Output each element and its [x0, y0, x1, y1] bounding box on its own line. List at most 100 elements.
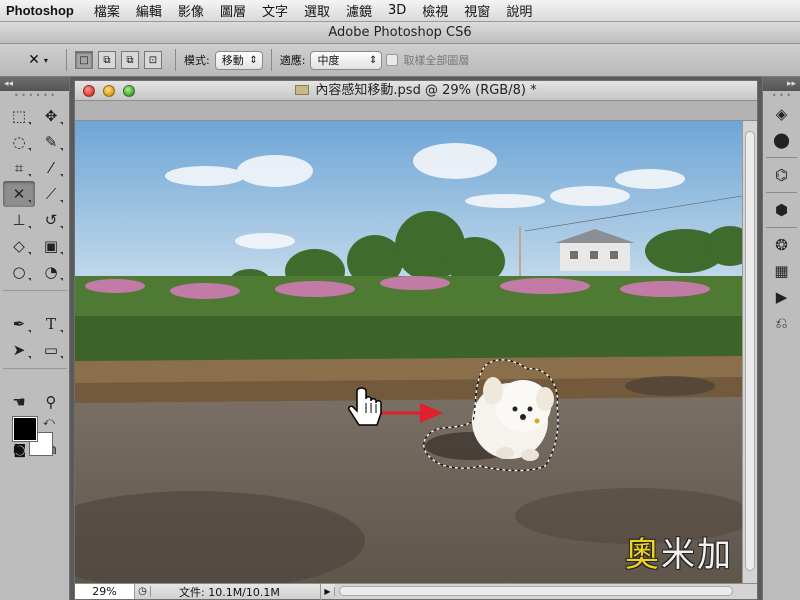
right-dock-header[interactable]: ▸▸ [763, 77, 800, 91]
scroll-thumb[interactable] [745, 131, 755, 571]
gradient-tool[interactable]: ▣ [35, 233, 67, 259]
dodge-icon: ◔ [44, 263, 58, 281]
stamp-icon: ⊥ [12, 211, 26, 229]
lasso-tool[interactable]: ◌ [3, 129, 35, 155]
history-brush-tool[interactable]: ↺ [35, 207, 67, 233]
tools-panel-header[interactable]: ◂◂ [0, 77, 69, 91]
cube-icon: ⬢ [774, 201, 789, 219]
type-icon: T [45, 315, 56, 333]
zoom-tool[interactable]: ⚲ [35, 389, 67, 415]
content-aware-move-icon: ✕ [12, 185, 26, 203]
menu-type[interactable]: 文字 [262, 1, 288, 20]
brush-tool[interactable]: ⟋ [35, 181, 67, 207]
divider [766, 157, 797, 158]
status-bar: 29% ◷ 文件: 10.1M/10.1M ▶ [75, 583, 757, 600]
vertical-scrollbar[interactable] [742, 121, 757, 583]
document-title: 內容感知移動.psd @ 29% (RGB/8) * [315, 83, 537, 98]
channels-icon: ⬤ [773, 131, 790, 149]
path-selection-tool[interactable]: ➤ [3, 337, 35, 363]
psd-file-icon [295, 85, 310, 95]
menu-window[interactable]: 視窗 [464, 1, 490, 20]
styles-panel-button[interactable]: ▦ [763, 258, 800, 284]
color-swatches: ⤺ ◧ [3, 415, 67, 461]
subtract-selection-icon: ⧉ [126, 54, 134, 66]
intersect-selection-button[interactable]: ⊡ [144, 51, 162, 69]
menu-view[interactable]: 檢視 [422, 1, 448, 20]
type-tool[interactable]: T [35, 311, 67, 337]
sample-all-layers-label: 取樣全部圖層 [403, 54, 470, 67]
menu-file[interactable]: 檔案 [94, 1, 120, 20]
sample-all-layers-checkbox[interactable] [386, 54, 399, 66]
play-icon: ▶ [775, 288, 788, 306]
rectangle-icon: ▭ [43, 341, 59, 359]
hand-tool[interactable]: ☚ [3, 389, 35, 415]
menu-select[interactable]: 選取 [304, 1, 330, 20]
new-selection-icon: □ [79, 54, 89, 66]
status-expand-arrow-icon[interactable]: ▶ [321, 587, 335, 596]
arrow-icon: ➤ [12, 341, 26, 359]
quick-selection-tool[interactable]: ✎ [35, 129, 67, 155]
move-icon: ✥ [44, 107, 58, 125]
blur-drop-icon: ○ [12, 263, 26, 281]
mode-select[interactable]: 移動 [214, 50, 263, 70]
menu-3d[interactable]: 3D [388, 3, 406, 18]
panel-grip[interactable]: • • • • • • [0, 91, 69, 101]
adapt-select[interactable]: 中度 [310, 50, 383, 70]
divider [766, 192, 797, 193]
tool-preset-picker[interactable]: ✕ ▾ [18, 49, 58, 71]
content-aware-move-tool[interactable]: ✕ [3, 181, 35, 207]
actions-panel-button[interactable]: ▶ [763, 284, 800, 310]
status-menu-icon[interactable]: ◷ [135, 586, 151, 597]
ruler-strip [75, 101, 757, 121]
add-selection-button[interactable]: ⧉ [98, 51, 116, 69]
marquee-tool[interactable]: ⬚ [3, 103, 35, 129]
shape-tool[interactable]: ▭ [35, 337, 67, 363]
menu-image[interactable]: 影像 [178, 1, 204, 20]
layers-panel-button[interactable]: ◈ [763, 101, 800, 127]
swatches-panel-button[interactable]: ❂ [763, 232, 800, 258]
eyedropper-icon: ⁄ [49, 159, 53, 177]
tools-panel: ◂◂ • • • • • • ⬚ ✥ ◌ ✎ ⌗ ⁄ ✕ ⟋ ⊥ ↺ ◇ ▣ ○… [0, 77, 70, 600]
panel-grip[interactable]: • • • [763, 91, 800, 101]
new-selection-button[interactable]: □ [75, 51, 93, 69]
move-tool[interactable]: ✥ [35, 103, 67, 129]
watermark-text-b: 米加 [661, 535, 733, 575]
scroll-thumb[interactable] [339, 586, 733, 596]
default-colors-icon[interactable]: ◧ [13, 445, 22, 455]
menu-edit[interactable]: 編輯 [136, 1, 162, 20]
app-menu[interactable]: Photoshop [6, 3, 74, 18]
watermark-logo: 奧米加 [625, 527, 733, 576]
zoom-level-field[interactable]: 29% [75, 584, 135, 599]
blur-tool[interactable]: ○ [3, 259, 35, 285]
divider [66, 49, 67, 71]
3d-panel-button[interactable]: ⬢ [763, 197, 800, 223]
marquee-icon: ⬚ [11, 107, 27, 125]
document-title-bar[interactable]: 內容感知移動.psd @ 29% (RGB/8) * [75, 81, 757, 101]
clone-stamp-tool[interactable]: ⊥ [3, 207, 35, 233]
app-title: Adobe Photoshop CS6 [328, 25, 472, 40]
divider [175, 49, 176, 71]
image-canvas[interactable] [75, 121, 742, 583]
channels-panel-button[interactable]: ⬤ [763, 127, 800, 153]
subtract-selection-button[interactable]: ⧉ [121, 51, 139, 69]
dodge-tool[interactable]: ◔ [35, 259, 67, 285]
paths-panel-button[interactable]: ⌬ [763, 162, 800, 188]
horizontal-scrollbar[interactable] [335, 584, 757, 599]
pen-tool[interactable]: ✒ [3, 311, 35, 337]
menu-layer[interactable]: 圖層 [220, 1, 246, 20]
layers-icon: ◈ [775, 105, 788, 123]
minimize-window-icon[interactable] [103, 85, 115, 97]
zoom-window-icon[interactable] [123, 85, 135, 97]
swap-colors-icon[interactable]: ⤺ [43, 415, 55, 429]
foreground-color-swatch[interactable] [13, 417, 37, 441]
crop-tool[interactable]: ⌗ [3, 155, 35, 181]
history-panel-button[interactable]: ⎌ [763, 310, 800, 336]
menu-filter[interactable]: 濾鏡 [346, 1, 372, 20]
divider [766, 227, 797, 228]
menu-help[interactable]: 說明 [506, 1, 532, 20]
eraser-tool[interactable]: ◇ [3, 233, 35, 259]
eraser-icon: ◇ [13, 237, 25, 255]
eyedropper-tool[interactable]: ⁄ [35, 155, 67, 181]
brush-icon: ⟋ [45, 185, 57, 203]
close-window-icon[interactable] [83, 85, 95, 97]
